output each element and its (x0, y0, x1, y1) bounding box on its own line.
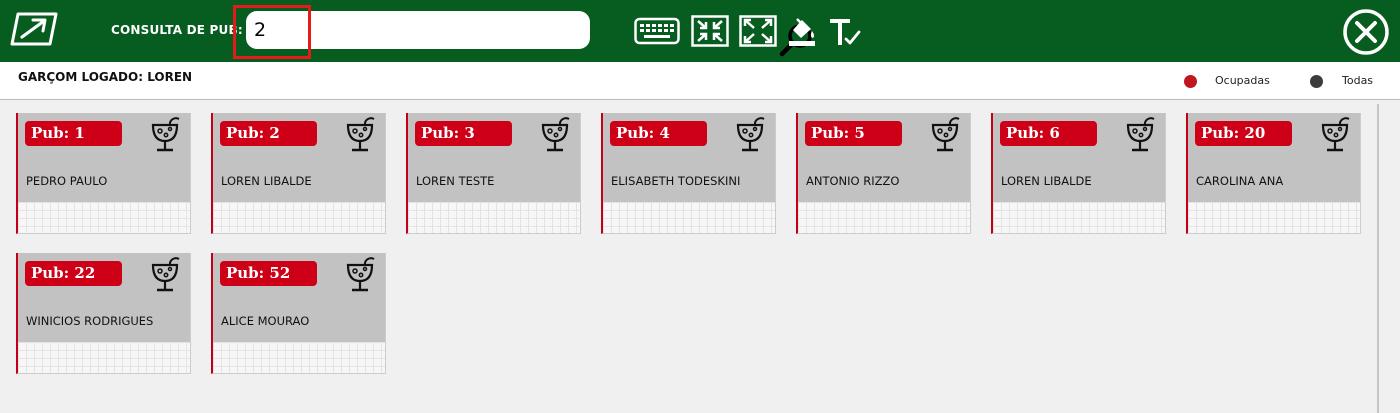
pub-card[interactable]: Pub: 6 LOREN LIBALDE (991, 113, 1166, 234)
search-box[interactable] (246, 11, 812, 57)
search-label: CONSULTA DE PUB: (111, 23, 243, 37)
pub-number-badge: Pub: 1 (25, 121, 122, 146)
pub-number-badge: Pub: 52 (220, 261, 317, 286)
pub-grid: Pub: 1 PEDRO PAULO Pub: 2 LOREN LIBALDE … (0, 101, 1372, 413)
legend-all-label[interactable]: Todas (1342, 74, 1373, 87)
card-footer-grid (798, 202, 970, 233)
pub-customer-name: WINICIOS RODRIGUES (26, 314, 154, 328)
text-format-icon[interactable] (828, 15, 862, 47)
pub-number-badge: Pub: 6 (1000, 121, 1097, 146)
cocktail-icon (151, 117, 180, 152)
cocktail-icon (736, 117, 765, 152)
card-footer-grid (603, 202, 775, 233)
pub-card[interactable]: Pub: 3 LOREN TESTE (406, 113, 581, 234)
search-input[interactable] (254, 16, 524, 44)
pub-number-badge: Pub: 22 (25, 261, 122, 286)
pub-card[interactable]: Pub: 20 CAROLINA ANA (1186, 113, 1361, 234)
cocktail-icon (1321, 117, 1350, 152)
card-footer-grid (213, 202, 385, 233)
vertical-scrollbar[interactable] (1377, 104, 1379, 413)
pub-card[interactable]: Pub: 2 LOREN LIBALDE (211, 113, 386, 234)
legend-all-dot (1310, 75, 1323, 88)
card-footer-grid (18, 342, 190, 373)
pub-number-badge: Pub: 3 (415, 121, 512, 146)
legend-occupied-label[interactable]: Ocupadas (1215, 74, 1270, 87)
pub-number-badge: Pub: 5 (805, 121, 902, 146)
expand-icon[interactable] (739, 15, 777, 47)
cocktail-icon (346, 117, 375, 152)
card-footer-grid (213, 342, 385, 373)
pub-number-badge: Pub: 20 (1195, 121, 1292, 146)
status-bar: GARÇOM LOGADO: LOREN Ocupadas Todas (0, 62, 1400, 100)
fill-color-icon[interactable] (787, 15, 817, 47)
close-icon[interactable] (1339, 9, 1393, 55)
legend-occupied-dot (1184, 75, 1197, 88)
cocktail-icon (151, 257, 180, 292)
top-bar: CONSULTA DE PUB: (0, 0, 1400, 62)
pub-number-badge: Pub: 2 (220, 121, 317, 146)
pub-card[interactable]: Pub: 5 ANTONIO RIZZO (796, 113, 971, 234)
pub-card[interactable]: Pub: 22 WINICIOS RODRIGUES (16, 253, 191, 374)
pub-card[interactable]: Pub: 4 ELISABETH TODESKINI (601, 113, 776, 234)
pub-customer-name: CAROLINA ANA (1196, 174, 1284, 188)
logged-waiter-label: GARÇOM LOGADO: LOREN (18, 70, 193, 84)
pub-number-badge: Pub: 4 (610, 121, 707, 146)
card-footer-grid (408, 202, 580, 233)
pub-customer-name: ANTONIO RIZZO (806, 174, 900, 188)
pub-customer-name: ELISABETH TODESKINI (611, 174, 741, 188)
keyboard-icon[interactable] (634, 15, 680, 47)
pub-customer-name: LOREN TESTE (416, 174, 495, 188)
pub-customer-name: LOREN LIBALDE (1001, 174, 1092, 188)
pub-customer-name: PEDRO PAULO (26, 174, 108, 188)
compress-icon[interactable] (691, 15, 729, 47)
cocktail-icon (346, 257, 375, 292)
cocktail-icon (931, 117, 960, 152)
pub-customer-name: ALICE MOURAO (221, 314, 310, 328)
cocktail-icon (1126, 117, 1155, 152)
pub-customer-name: LOREN LIBALDE (221, 174, 312, 188)
card-footer-grid (18, 202, 190, 233)
pub-card[interactable]: Pub: 1 PEDRO PAULO (16, 113, 191, 234)
logo-icon[interactable] (9, 11, 59, 47)
card-footer-grid (1188, 202, 1360, 233)
pub-card[interactable]: Pub: 52 ALICE MOURAO (211, 253, 386, 374)
cocktail-icon (541, 117, 570, 152)
card-footer-grid (993, 202, 1165, 233)
